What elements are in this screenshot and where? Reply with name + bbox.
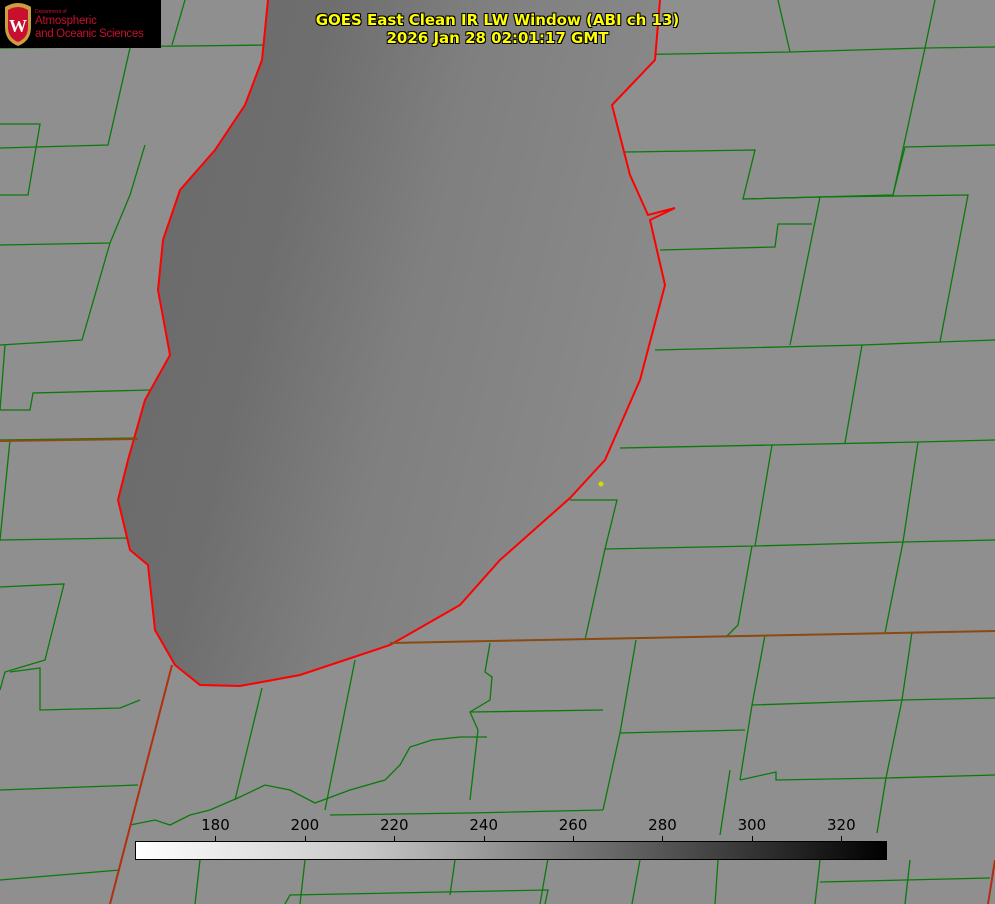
- location-marker: [598, 481, 604, 487]
- colorbar-tick-label: 260: [558, 816, 588, 834]
- colorbar-tick-label: 300: [737, 816, 767, 834]
- colorbar: [135, 841, 887, 860]
- title-timestamp: 2026 Jan 28 02:01:17 GMT: [386, 29, 609, 47]
- satellite-image-viewer: W Department of Atmospheric and Oceanic …: [0, 0, 995, 904]
- image-title: GOES East Clean IR LW Window (ABI ch 13)…: [0, 11, 995, 47]
- colorbar-tick-label: 240: [469, 816, 498, 834]
- colorbar-tick-label: 320: [826, 816, 856, 834]
- colorbar-tick-label: 220: [379, 816, 409, 834]
- colorbar-tick-label: 200: [290, 816, 320, 834]
- colorbar-tick-label: 180: [201, 816, 230, 834]
- colorbar-tick-label: 280: [648, 816, 677, 834]
- satellite-map: [0, 0, 995, 904]
- title-product: GOES East Clean IR LW Window (ABI ch 13): [315, 11, 680, 29]
